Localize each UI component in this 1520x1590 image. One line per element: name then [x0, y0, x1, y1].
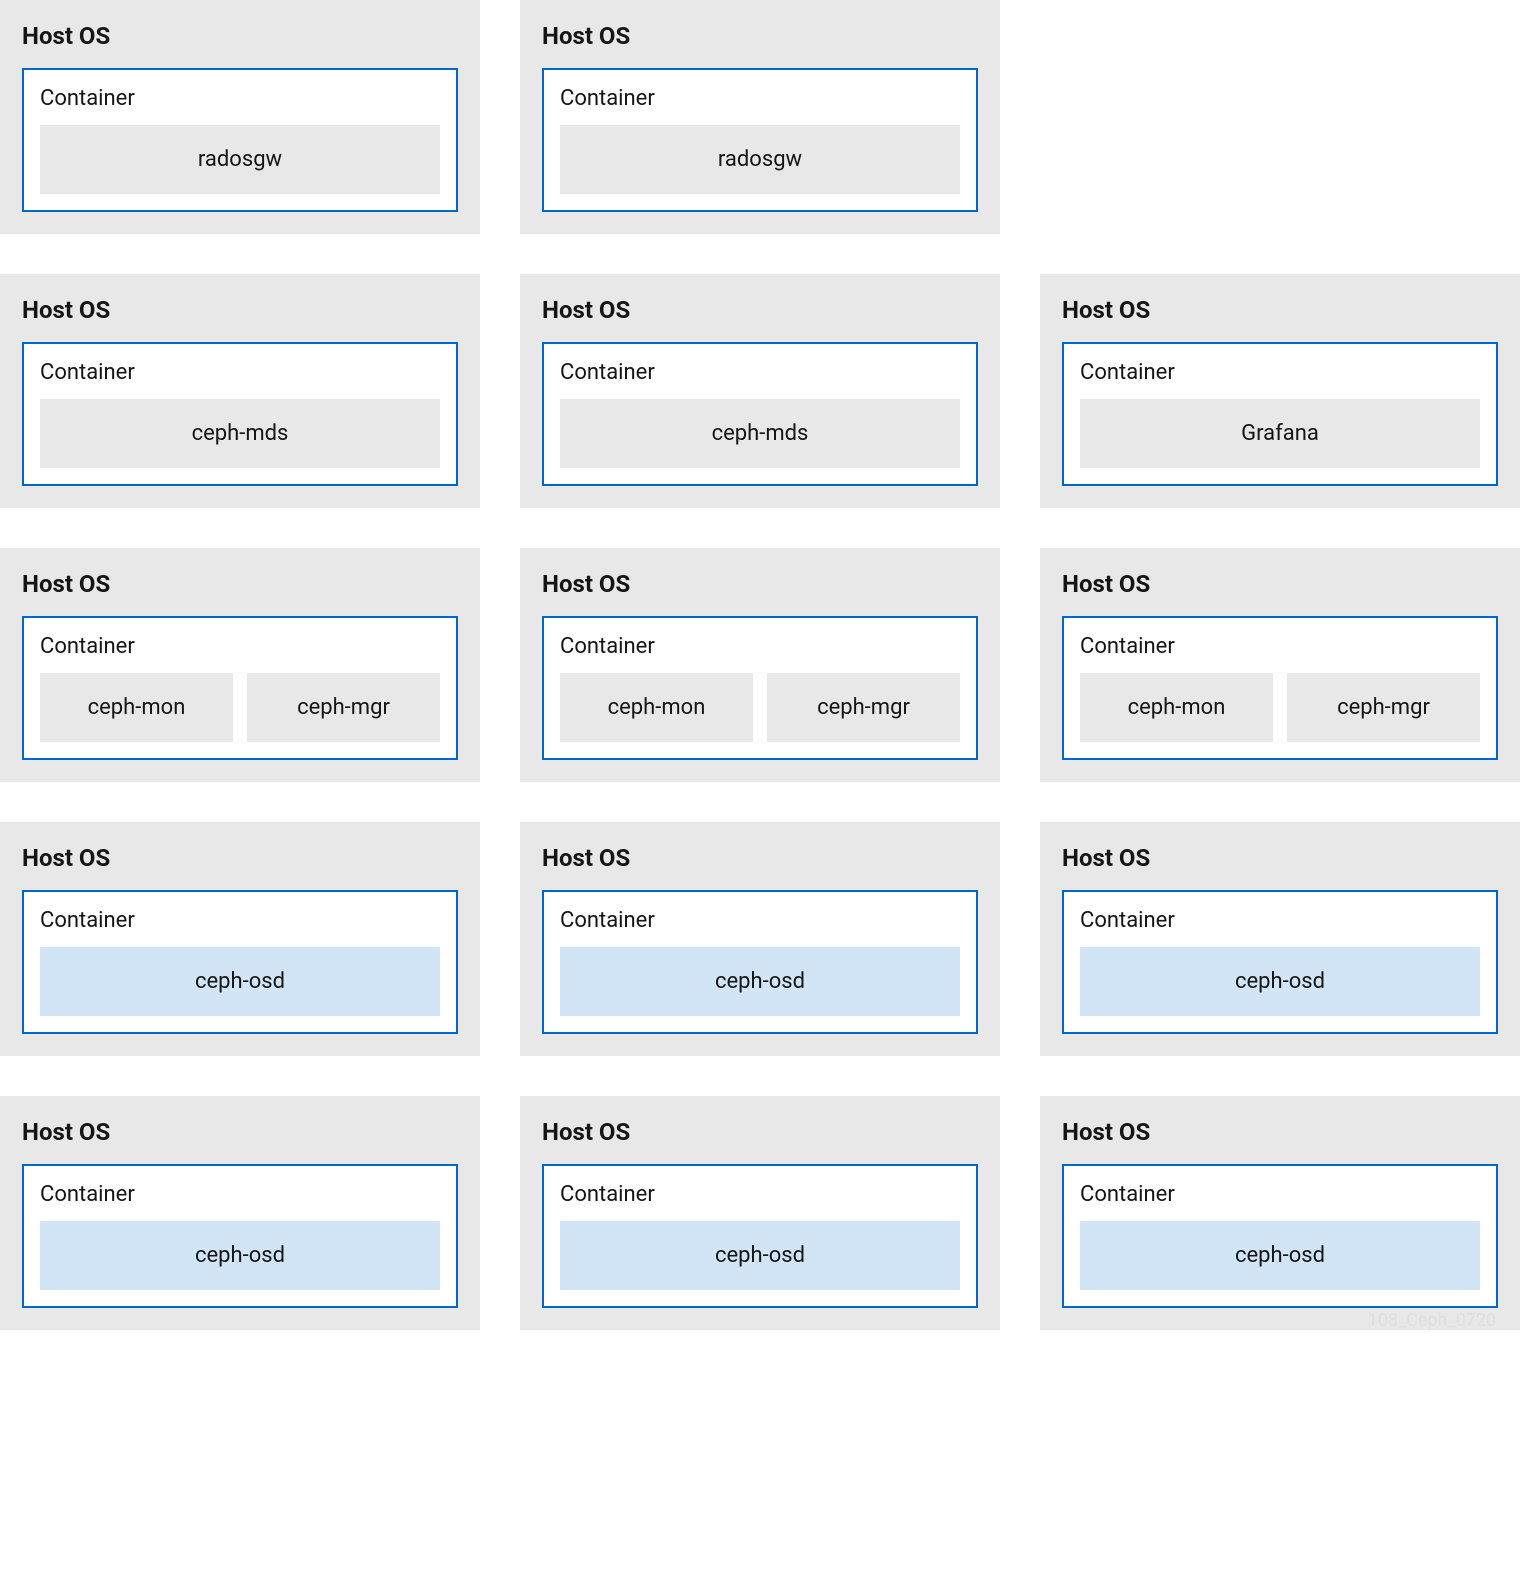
service-box: radosgw — [40, 125, 440, 194]
service-box: ceph-mgr — [247, 673, 440, 742]
services-row: ceph-osd — [560, 947, 960, 1016]
service-box: ceph-mds — [560, 399, 960, 468]
container-label: Container — [40, 634, 440, 659]
container-label: Container — [560, 1182, 960, 1207]
container-box: Container ceph-monceph-mgr — [22, 616, 458, 760]
service-box: ceph-osd — [40, 1221, 440, 1290]
diagram-row: Host OSContainerceph-monceph-mgrHost OSC… — [0, 548, 1520, 782]
services-row: ceph-mds — [40, 399, 440, 468]
host-label: Host OS — [542, 844, 978, 872]
services-row: radosgw — [560, 125, 960, 194]
empty-slot — [1040, 0, 1520, 234]
container-label: Container — [40, 908, 440, 933]
container-box: Container ceph-osd — [542, 1164, 978, 1308]
container-label: Container — [40, 86, 440, 111]
services-row: ceph-osd — [40, 1221, 440, 1290]
services-row: ceph-monceph-mgr — [1080, 673, 1480, 742]
service-box: ceph-mgr — [767, 673, 960, 742]
host-label: Host OS — [1062, 844, 1498, 872]
host-label: Host OS — [542, 1118, 978, 1146]
container-label: Container — [40, 1182, 440, 1207]
service-box: ceph-osd — [560, 947, 960, 1016]
services-row: ceph-osd — [1080, 1221, 1480, 1290]
container-box: Container radosgw — [542, 68, 978, 212]
services-row: ceph-monceph-mgr — [560, 673, 960, 742]
container-box: Container ceph-osd — [1062, 1164, 1498, 1308]
service-box: ceph-mon — [560, 673, 753, 742]
container-box: Container radosgw — [22, 68, 458, 212]
host-label: Host OS — [1062, 1118, 1498, 1146]
service-box: ceph-mon — [40, 673, 233, 742]
container-label: Container — [1080, 908, 1480, 933]
container-box: Container Grafana — [1062, 342, 1498, 486]
container-label: Container — [1080, 360, 1480, 385]
container-box: Container ceph-mds — [22, 342, 458, 486]
diagram-row: Host OS Container radosgw Host OS Container r… — [0, 0, 1520, 234]
host-box: Host OS Container ceph-osd — [1040, 822, 1520, 1056]
host-label: Host OS — [542, 296, 978, 324]
services-row: ceph-monceph-mgr — [40, 673, 440, 742]
host-box: Host OS Container Grafana — [1040, 274, 1520, 508]
container-label: Container — [560, 86, 960, 111]
service-box: ceph-osd — [40, 947, 440, 1016]
container-box: Container ceph-mds — [542, 342, 978, 486]
host-box: Host OS Container ceph-mds — [0, 274, 480, 508]
container-label: Container — [560, 908, 960, 933]
container-label: Container — [560, 634, 960, 659]
container-box: Container ceph-osd — [1062, 890, 1498, 1034]
services-row: Grafana — [1080, 399, 1480, 468]
host-box: Host OS Container radosgw — [0, 0, 480, 234]
container-label: Container — [40, 360, 440, 385]
host-box: Host OS Container ceph-monceph-mgr — [520, 548, 1000, 782]
host-label: Host OS — [22, 1118, 458, 1146]
host-box: Host OS Container ceph-monceph-mgr — [0, 548, 480, 782]
host-box: Host OS Container ceph-osd — [1040, 1096, 1520, 1330]
architecture-diagram: Host OS Container radosgw Host OS Container r… — [0, 0, 1520, 1330]
host-label: Host OS — [542, 22, 978, 50]
services-row: ceph-osd — [1080, 947, 1480, 1016]
service-box: ceph-osd — [1080, 1221, 1480, 1290]
host-box: Host OS Container ceph-monceph-mgr — [1040, 548, 1520, 782]
host-box: Host OS Container ceph-osd — [520, 822, 1000, 1056]
container-label: Container — [1080, 634, 1480, 659]
diagram-row: Host OS Container ceph-osd Host OS Container… — [0, 822, 1520, 1056]
host-label: Host OS — [1062, 570, 1498, 598]
services-row: ceph-osd — [560, 1221, 960, 1290]
diagram-row: Host OS Container ceph-osd Host OS Container… — [0, 1096, 1520, 1330]
services-row: radosgw — [40, 125, 440, 194]
container-box: Container ceph-monceph-mgr — [1062, 616, 1498, 760]
service-box: ceph-mgr — [1287, 673, 1480, 742]
host-label: Host OS — [22, 22, 458, 50]
service-box: ceph-mon — [1080, 673, 1273, 742]
host-label: Host OS — [22, 296, 458, 324]
host-label: Host OS — [542, 570, 978, 598]
container-box: Container ceph-osd — [22, 890, 458, 1034]
services-row: ceph-osd — [40, 947, 440, 1016]
host-box: Host OS Container ceph-osd — [0, 1096, 480, 1330]
container-box: Container ceph-monceph-mgr — [542, 616, 978, 760]
host-box: Host OS Container ceph-osd — [520, 1096, 1000, 1330]
service-box: ceph-osd — [1080, 947, 1480, 1016]
host-label: Host OS — [22, 844, 458, 872]
host-label: Host OS — [22, 570, 458, 598]
service-box: radosgw — [560, 125, 960, 194]
diagram-row: Host OS Container ceph-mds Host OS Container… — [0, 274, 1520, 508]
host-box: Host OS Container radosgw — [520, 0, 1000, 234]
host-box: Host OS Container ceph-mds — [520, 274, 1000, 508]
service-box: ceph-mds — [40, 399, 440, 468]
service-box: ceph-osd — [560, 1221, 960, 1290]
service-box: Grafana — [1080, 399, 1480, 468]
host-box: Host OS Container ceph-osd — [0, 822, 480, 1056]
container-box: Container ceph-osd — [542, 890, 978, 1034]
container-label: Container — [1080, 1182, 1480, 1207]
services-row: ceph-mds — [560, 399, 960, 468]
container-box: Container ceph-osd — [22, 1164, 458, 1308]
container-label: Container — [560, 360, 960, 385]
host-label: Host OS — [1062, 296, 1498, 324]
